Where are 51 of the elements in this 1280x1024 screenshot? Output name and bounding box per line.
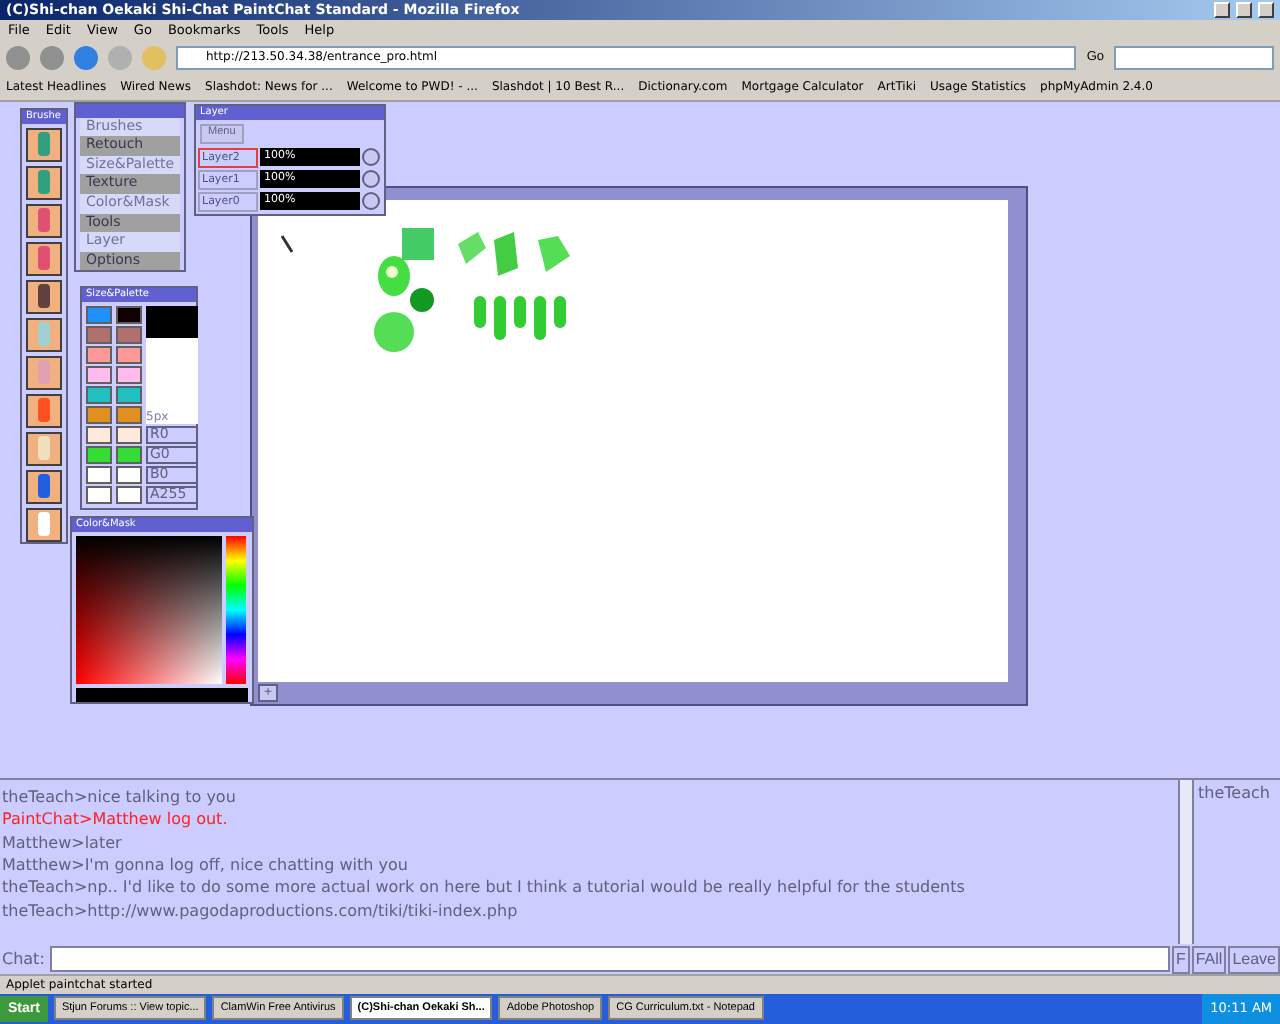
brush-tool-button[interactable] [26,203,62,238]
color-swatch[interactable] [116,465,142,484]
brush-tool-button[interactable] [26,279,62,314]
color-swatch[interactable] [86,385,112,404]
chat-message: Matthew>I'm gonna log off, nice chatting with you [2,853,410,877]
brush-tool-button[interactable] [26,507,62,542]
color-swatch[interactable] [86,345,112,364]
color-swatch[interactable] [86,465,112,484]
color-swatch[interactable] [116,385,142,404]
scrollbar[interactable] [1178,779,1192,945]
brush-tool-button[interactable] [26,393,62,428]
chat-message: Matthew>later [2,831,124,854]
current-color-swatch [146,305,198,338]
chat-input[interactable] [50,946,1170,973]
chat-message: theTeach>nice talking to you [2,785,238,809]
brush-tool-button[interactable] [26,355,62,390]
brush-tool-button[interactable] [26,317,62,352]
brush-tool-button[interactable] [26,165,62,200]
brush-tool-button[interactable] [26,431,62,466]
color-swatch[interactable] [86,445,112,464]
color-swatch[interactable] [86,325,112,344]
brush-tool-button[interactable] [26,127,62,162]
chat-button[interactable]: Leave [1228,945,1280,974]
color-swatch[interactable] [86,305,112,324]
brush-tool-button[interactable] [26,241,62,276]
user-name[interactable]: theTeach [1198,783,1276,802]
chat-message: theTeach>http://www.pagodaproductions.com/tiki/tiki-index.php [2,899,520,923]
chat-message: theTeach>np.. I'd like to do some more actual work on here but I think a tutorial would be really helpful for the students [2,876,967,900]
hue-bar[interactable] [226,535,246,684]
chat-message: PaintChat>Matthew log out. [2,808,230,832]
chat-button[interactable]: F [1171,945,1190,974]
brush-tool-button[interactable] [26,469,62,504]
color-swatch[interactable] [86,365,112,384]
color-picker-square[interactable] [76,535,222,684]
color-swatch[interactable] [116,445,142,464]
search-field[interactable] [1114,45,1274,70]
chat-label: Chat: [0,950,47,969]
color-swatch[interactable] [116,405,142,424]
color-swatch[interactable] [116,325,142,344]
color-swatch[interactable] [116,485,142,504]
color-swatch[interactable] [86,425,112,444]
maximize-button[interactable] [1236,1,1252,18]
color-swatch[interactable] [86,405,112,424]
color-swatch[interactable] [116,365,142,384]
chat-button[interactable]: FAll [1191,945,1227,974]
color-swatch[interactable] [116,305,142,324]
close-button[interactable] [1258,1,1274,18]
minimize-button[interactable] [1214,1,1230,18]
color-swatch[interactable] [86,485,112,504]
color-swatch[interactable] [116,425,142,444]
color-swatch[interactable] [116,345,142,364]
